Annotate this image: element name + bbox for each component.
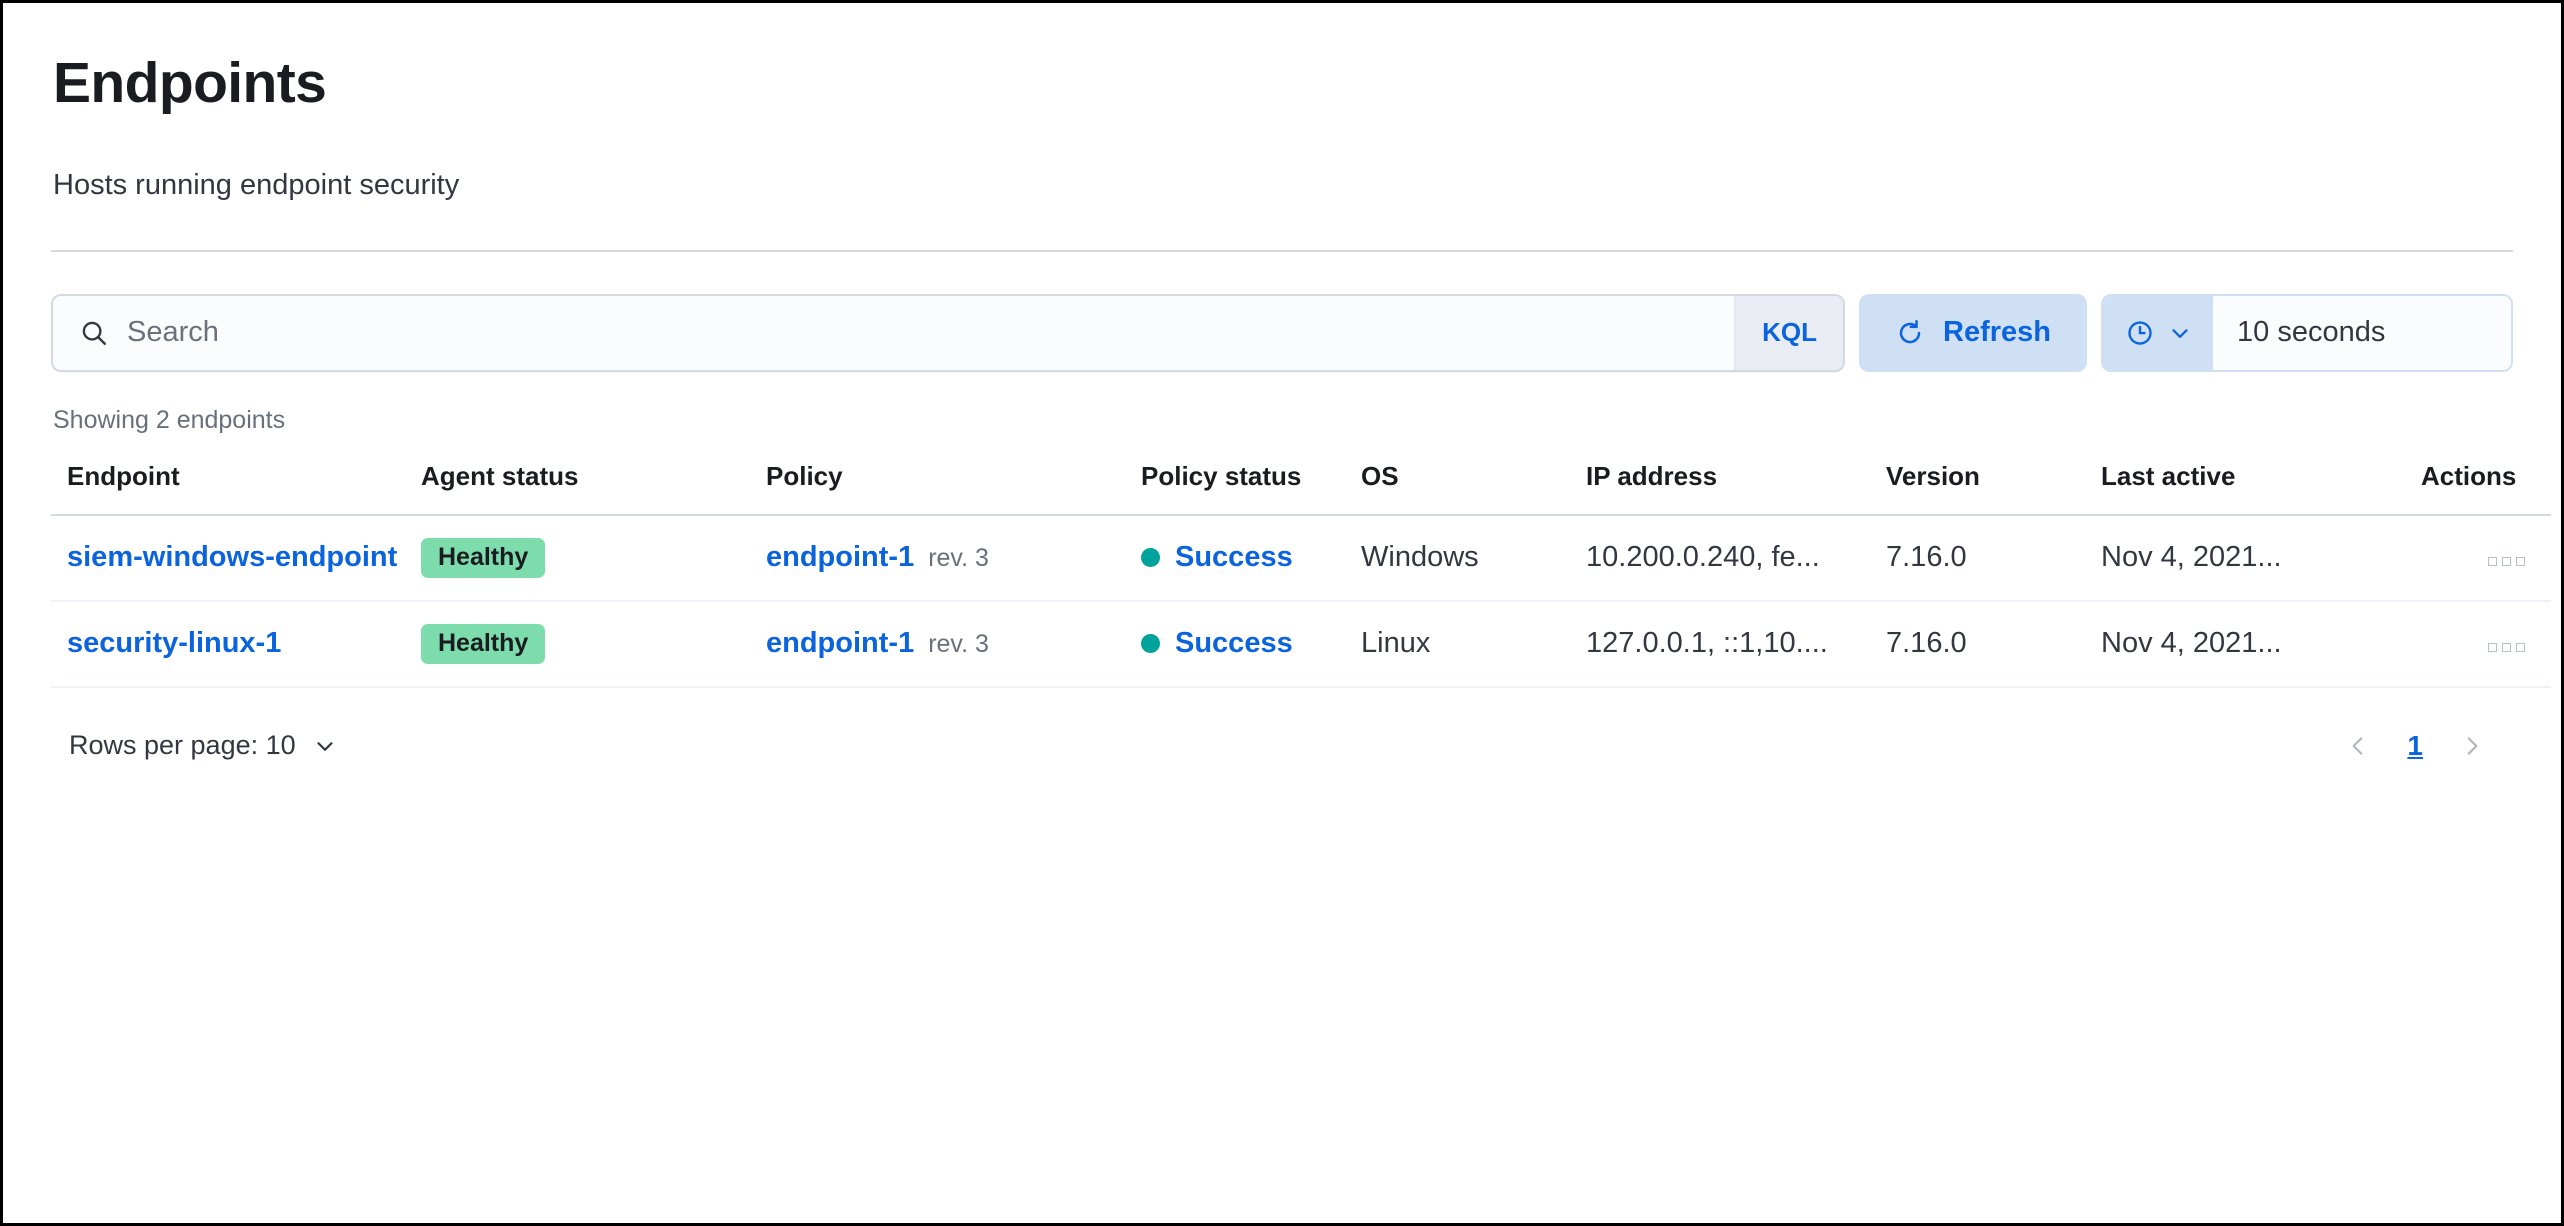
cell-policy-status: Success <box>1141 601 1361 687</box>
cell-actions <box>2421 515 2551 601</box>
app-window: Endpoints Hosts running endpoint securit… <box>0 0 2564 1226</box>
refresh-button[interactable]: Refresh <box>1859 294 2087 372</box>
endpoint-link[interactable]: siem-windows-endpoint <box>67 541 397 573</box>
page-number-1[interactable]: 1 <box>2401 728 2429 764</box>
endpoint-link[interactable]: security-linux-1 <box>67 627 281 659</box>
header-divider <box>51 250 2513 252</box>
cell-os: Windows <box>1361 515 1586 601</box>
ellipsis-icon[interactable] <box>2486 635 2527 660</box>
endpoints-page: Endpoints Hosts running endpoint securit… <box>3 3 2561 764</box>
chevron-left-icon[interactable] <box>2341 729 2375 763</box>
column-header-version: Version <box>1886 435 2101 515</box>
cell-endpoint: security-linux-1 <box>51 601 421 687</box>
table-header-row: Endpoint Agent status Policy Policy stat… <box>51 435 2551 515</box>
status-badge: Healthy <box>421 624 545 664</box>
chevron-right-icon[interactable] <box>2455 729 2489 763</box>
cell-ip-address: 127.0.0.1, ::1,10.... <box>1586 601 1886 687</box>
results-count: Showing 2 endpoints <box>53 406 2513 435</box>
column-header-policy: Policy <box>766 435 1141 515</box>
column-header-policy-status: Policy status <box>1141 435 1361 515</box>
table-row: security-linux-1 Healthy endpoint-1 rev. … <box>51 601 2551 687</box>
search-field[interactable]: KQL <box>51 294 1845 372</box>
pagination: 1 <box>2341 728 2489 764</box>
clock-icon <box>2125 318 2155 348</box>
cell-os: Linux <box>1361 601 1586 687</box>
time-picker-toggle[interactable] <box>2103 296 2213 370</box>
cell-ip-address: 10.200.0.240, fe... <box>1586 515 1886 601</box>
kql-badge[interactable]: KQL <box>1734 296 1843 370</box>
policy-link[interactable]: endpoint-1 <box>766 541 914 573</box>
cell-endpoint: siem-windows-endpoint <box>51 515 421 601</box>
status-dot-icon <box>1141 634 1160 653</box>
cell-version: 7.16.0 <box>1886 515 2101 601</box>
refresh-icon <box>1895 318 1925 348</box>
time-picker: 10 seconds <box>2101 294 2513 372</box>
cell-actions <box>2421 601 2551 687</box>
cell-last-active: Nov 4, 2021... <box>2101 601 2421 687</box>
table-body: siem-windows-endpoint Healthy endpoint-1… <box>51 515 2551 687</box>
ellipsis-icon[interactable] <box>2486 549 2527 574</box>
endpoints-table: Endpoint Agent status Policy Policy stat… <box>51 435 2551 688</box>
column-header-os: OS <box>1361 435 1586 515</box>
query-bar: KQL Refresh <box>51 294 2513 372</box>
cell-last-active: Nov 4, 2021... <box>2101 515 2421 601</box>
chevron-down-icon <box>2167 320 2193 346</box>
policy-revision: rev. 3 <box>928 630 989 658</box>
cell-agent-status: Healthy <box>421 601 766 687</box>
search-icon <box>53 296 109 370</box>
policy-status-link[interactable]: Success <box>1175 541 1293 574</box>
table-header: Endpoint Agent status Policy Policy stat… <box>51 435 2551 515</box>
cell-version: 7.16.0 <box>1886 601 2101 687</box>
policy-link[interactable]: endpoint-1 <box>766 627 914 659</box>
page-subtitle: Hosts running endpoint security <box>53 169 2513 202</box>
column-header-last-active: Last active <box>2101 435 2421 515</box>
cell-policy: endpoint-1 rev. 3 <box>766 515 1141 601</box>
search-input[interactable] <box>109 296 1734 370</box>
refresh-label: Refresh <box>1943 316 2051 349</box>
column-header-agent-status: Agent status <box>421 435 766 515</box>
cell-agent-status: Healthy <box>421 515 766 601</box>
rows-per-page-selector[interactable]: Rows per page: 10 <box>69 730 338 761</box>
table-footer: Rows per page: 10 1 <box>51 728 2513 764</box>
table-row: siem-windows-endpoint Healthy endpoint-1… <box>51 515 2551 601</box>
status-badge: Healthy <box>421 538 545 578</box>
policy-revision: rev. 3 <box>928 544 989 572</box>
policy-status-link[interactable]: Success <box>1175 627 1293 660</box>
chevron-down-icon <box>312 733 338 759</box>
rows-per-page-label: Rows per page: 10 <box>69 730 296 761</box>
column-header-actions: Actions <box>2421 435 2551 515</box>
page-title: Endpoints <box>53 47 2513 117</box>
time-picker-value[interactable]: 10 seconds <box>2213 296 2511 370</box>
column-header-ip-address: IP address <box>1586 435 1886 515</box>
status-dot-icon <box>1141 548 1160 567</box>
column-header-endpoint: Endpoint <box>51 435 421 515</box>
cell-policy: endpoint-1 rev. 3 <box>766 601 1141 687</box>
cell-policy-status: Success <box>1141 515 1361 601</box>
